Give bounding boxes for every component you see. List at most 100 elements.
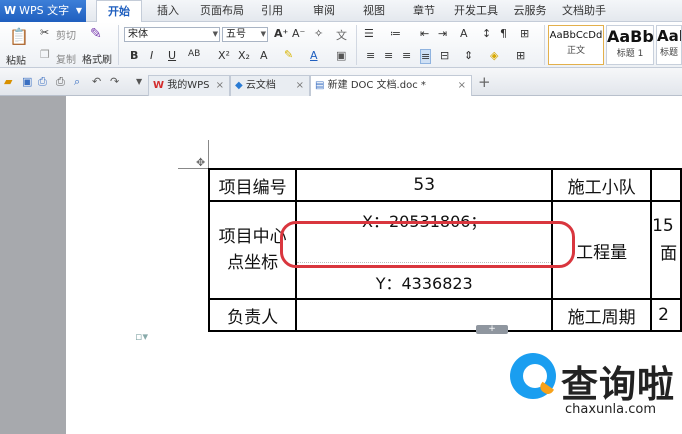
text-effect-icon[interactable]: A	[260, 49, 268, 62]
divider	[118, 25, 119, 65]
tab-my-wps[interactable]: W 我的WPS ×	[148, 75, 230, 96]
chevron-down-icon[interactable]: ▼	[136, 77, 142, 86]
font-name-value: 宋体	[128, 29, 148, 40]
tab-doc-assistant[interactable]: 文档助手	[560, 0, 608, 22]
show-marks-icon[interactable]: ¶	[500, 27, 507, 40]
tab-references[interactable]: 引用	[256, 0, 288, 22]
close-icon[interactable]: ×	[216, 76, 224, 95]
print-preview-icon[interactable]: ⌕	[74, 75, 80, 89]
style-sample: AaBbCcDd	[549, 30, 603, 41]
tab-label: 我的WPS	[167, 80, 210, 91]
subscript-icon[interactable]: X₂	[238, 49, 250, 62]
line-spacing-icon[interactable]: ⇕	[464, 49, 473, 62]
tab-cloud[interactable]: 云服务	[510, 0, 550, 22]
style-heading[interactable]: AaB 标题	[656, 25, 682, 65]
italic-icon[interactable]: I	[150, 49, 153, 62]
superscript-icon[interactable]: X²	[218, 49, 230, 62]
paragraph-shading-icon[interactable]: ◈	[490, 49, 498, 62]
font-name-select[interactable]: 宋体 ▼	[124, 27, 220, 42]
bullet-list-icon[interactable]: ☰	[364, 27, 374, 40]
cell-label-team[interactable]: 施工小队	[551, 168, 653, 202]
chevron-down-icon: ▼	[260, 30, 266, 38]
tab-new-doc[interactable]: ▤ 新建 DOC 文档.doc * ×	[310, 75, 472, 96]
doc-file-icon: ▤	[315, 80, 325, 91]
cell-value-period[interactable]: 2	[650, 298, 682, 332]
tab-view[interactable]: 视图	[358, 0, 390, 22]
cell-label-project-no[interactable]: 项目编号	[207, 168, 298, 202]
wps-logo: W	[4, 4, 17, 17]
strikethrough-icon[interactable]: AB	[188, 49, 200, 59]
align-center-icon[interactable]: ≡	[384, 49, 393, 62]
copy-button[interactable]: 复制	[56, 51, 76, 66]
shrink-font-icon[interactable]: A⁻	[292, 27, 305, 40]
watermark-url: chaxunla.com	[565, 402, 656, 417]
save-icon[interactable]: ▣	[22, 75, 32, 88]
margin-corner-mark	[208, 140, 209, 168]
font-size-select[interactable]: 五号 ▼	[222, 27, 268, 42]
cell-label-period[interactable]: 施工周期	[551, 298, 653, 332]
tab-review[interactable]: 审阅	[308, 0, 340, 22]
close-icon[interactable]: ×	[458, 76, 466, 95]
table-move-icon[interactable]: ✥	[196, 156, 205, 169]
style-name: 正文	[566, 46, 585, 56]
export-pdf-icon[interactable]: ⎙	[38, 75, 47, 89]
tab-home[interactable]: 开始	[96, 0, 142, 23]
char-shading-icon[interactable]: ▣	[336, 49, 346, 62]
cell-value-team[interactable]	[650, 168, 682, 202]
increase-indent-icon[interactable]: ⇥	[438, 27, 447, 40]
chinese-layout-icon[interactable]: A	[460, 27, 468, 40]
divider	[356, 25, 357, 65]
tab-page-layout[interactable]: 页面布局	[198, 0, 246, 22]
style-sample: AaBb	[607, 27, 653, 46]
print-icon[interactable]: ⎙	[56, 75, 65, 89]
align-right-icon[interactable]: ≡	[402, 49, 411, 62]
copy-icon[interactable]: ❐	[40, 48, 50, 61]
format-painter-button[interactable]: 格式刷	[82, 51, 112, 66]
font-color-icon[interactable]: A	[310, 49, 318, 62]
justify-icon[interactable]: ≡	[420, 49, 432, 64]
highlighter-icon[interactable]: ✎	[284, 48, 293, 61]
app-menu-button[interactable]: W WPS 文字 ▼	[0, 0, 86, 22]
distributed-icon[interactable]: ⊟	[440, 49, 449, 62]
close-icon[interactable]: ×	[296, 76, 304, 95]
sort-icon[interactable]: ↕	[482, 27, 491, 40]
divider	[544, 25, 545, 65]
paste-icon[interactable]: 📋	[8, 27, 30, 46]
document-tab-bar: ▰ ▣ ⎙ ⎙ ⌕ ↶ ↷ ▼ W 我的WPS × ◆ 云文档 × ▤ 新建 D…	[0, 68, 682, 96]
add-row-button[interactable]: +	[476, 325, 508, 334]
tab-insert[interactable]: 插入	[150, 0, 186, 22]
scissors-icon[interactable]: ✂	[40, 26, 49, 39]
decrease-indent-icon[interactable]: ⇤	[420, 27, 429, 40]
style-heading-1[interactable]: AaBb 标题 1	[606, 25, 654, 65]
cell-value-project-no[interactable]: 53	[295, 168, 554, 202]
borders-icon[interactable]: ⊞	[516, 49, 525, 62]
tab-label: 新建 DOC 文档.doc *	[327, 80, 426, 91]
tab-cloud-docs[interactable]: ◆ 云文档 ×	[230, 75, 310, 96]
underline-icon[interactable]: U	[168, 49, 176, 62]
align-left-icon[interactable]: ≡	[366, 49, 375, 62]
paste-button[interactable]: 粘贴	[6, 52, 26, 67]
cell-label-owner[interactable]: 负责人	[207, 298, 298, 332]
bold-icon[interactable]: B	[130, 49, 138, 62]
cloud-box-icon: ◆	[235, 80, 243, 91]
grow-font-icon[interactable]: A⁺	[274, 27, 288, 40]
undo-icon[interactable]: ↶	[92, 75, 101, 88]
open-folder-icon[interactable]: ▰	[4, 75, 12, 88]
style-normal[interactable]: AaBbCcDd 正文	[548, 25, 604, 65]
phonetic-icon[interactable]: 文	[336, 27, 347, 43]
brush-icon[interactable]: ✎	[90, 26, 102, 42]
font-size-value: 五号	[226, 29, 246, 40]
coord-y-text: Y：4336823	[375, 274, 473, 293]
tab-section[interactable]: 章节	[408, 0, 440, 22]
cell-value-owner[interactable]	[295, 298, 554, 332]
redo-icon[interactable]: ↷	[110, 75, 119, 88]
clear-format-icon[interactable]: ✧	[314, 27, 323, 40]
tab-developer[interactable]: 开发工具	[452, 0, 500, 22]
numbered-list-icon[interactable]: ≔	[390, 27, 401, 40]
cut-button[interactable]: 剪切	[56, 27, 76, 42]
table-border-icon[interactable]: ⊞	[520, 27, 529, 40]
page-icon[interactable]: ▫▾	[135, 330, 148, 343]
cell-value-quantity[interactable]: 15 面	[650, 200, 682, 300]
new-tab-plus-icon[interactable]: +	[478, 73, 491, 91]
chevron-down-icon: ▼	[75, 6, 82, 15]
